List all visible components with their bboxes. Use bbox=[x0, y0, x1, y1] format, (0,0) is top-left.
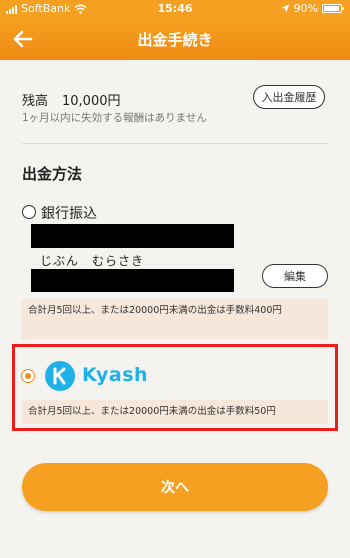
kyash-k-icon bbox=[53, 367, 66, 385]
redacted-account-info bbox=[31, 224, 234, 248]
page-title: 出金手続き bbox=[137, 31, 213, 49]
kyash-radio[interactable] bbox=[21, 369, 35, 383]
kyash-label: Kyash bbox=[82, 364, 149, 386]
balance-label: 残高 bbox=[22, 94, 49, 109]
section-title: 出金方法 bbox=[22, 165, 83, 183]
status-right: 90% bbox=[281, 2, 344, 15]
bank-fee-note: 合計月5回以上、または20000円未満の出金は手数料400円 bbox=[22, 299, 328, 339]
balance-amount: 10,000円 bbox=[62, 94, 121, 109]
battery-percent: 90% bbox=[293, 2, 318, 15]
location-arrow-icon bbox=[281, 4, 290, 13]
divider bbox=[22, 143, 328, 144]
edit-button[interactable]: 編集 bbox=[262, 264, 328, 288]
redacted-account-number bbox=[31, 269, 234, 292]
account-holder-name: じぶん むらさき bbox=[40, 254, 145, 268]
header-bar: 出金手続き bbox=[0, 17, 350, 60]
expiry-note: 1ヶ月以内に失効する報酬はありません bbox=[22, 112, 207, 124]
bank-transfer-label: 銀行振込 bbox=[41, 206, 97, 222]
next-button[interactable]: 次へ bbox=[22, 463, 328, 511]
history-button[interactable]: 入出金履歴 bbox=[253, 85, 325, 109]
battery-icon bbox=[322, 4, 344, 13]
status-bar: SoftBank 15:46 90% bbox=[0, 0, 350, 17]
kyash-logo-icon bbox=[45, 361, 75, 391]
bank-transfer-radio[interactable] bbox=[22, 205, 36, 219]
kyash-fee-note: 合計月5回以上、または20000円未満の出金は手数料50円 bbox=[22, 400, 328, 424]
